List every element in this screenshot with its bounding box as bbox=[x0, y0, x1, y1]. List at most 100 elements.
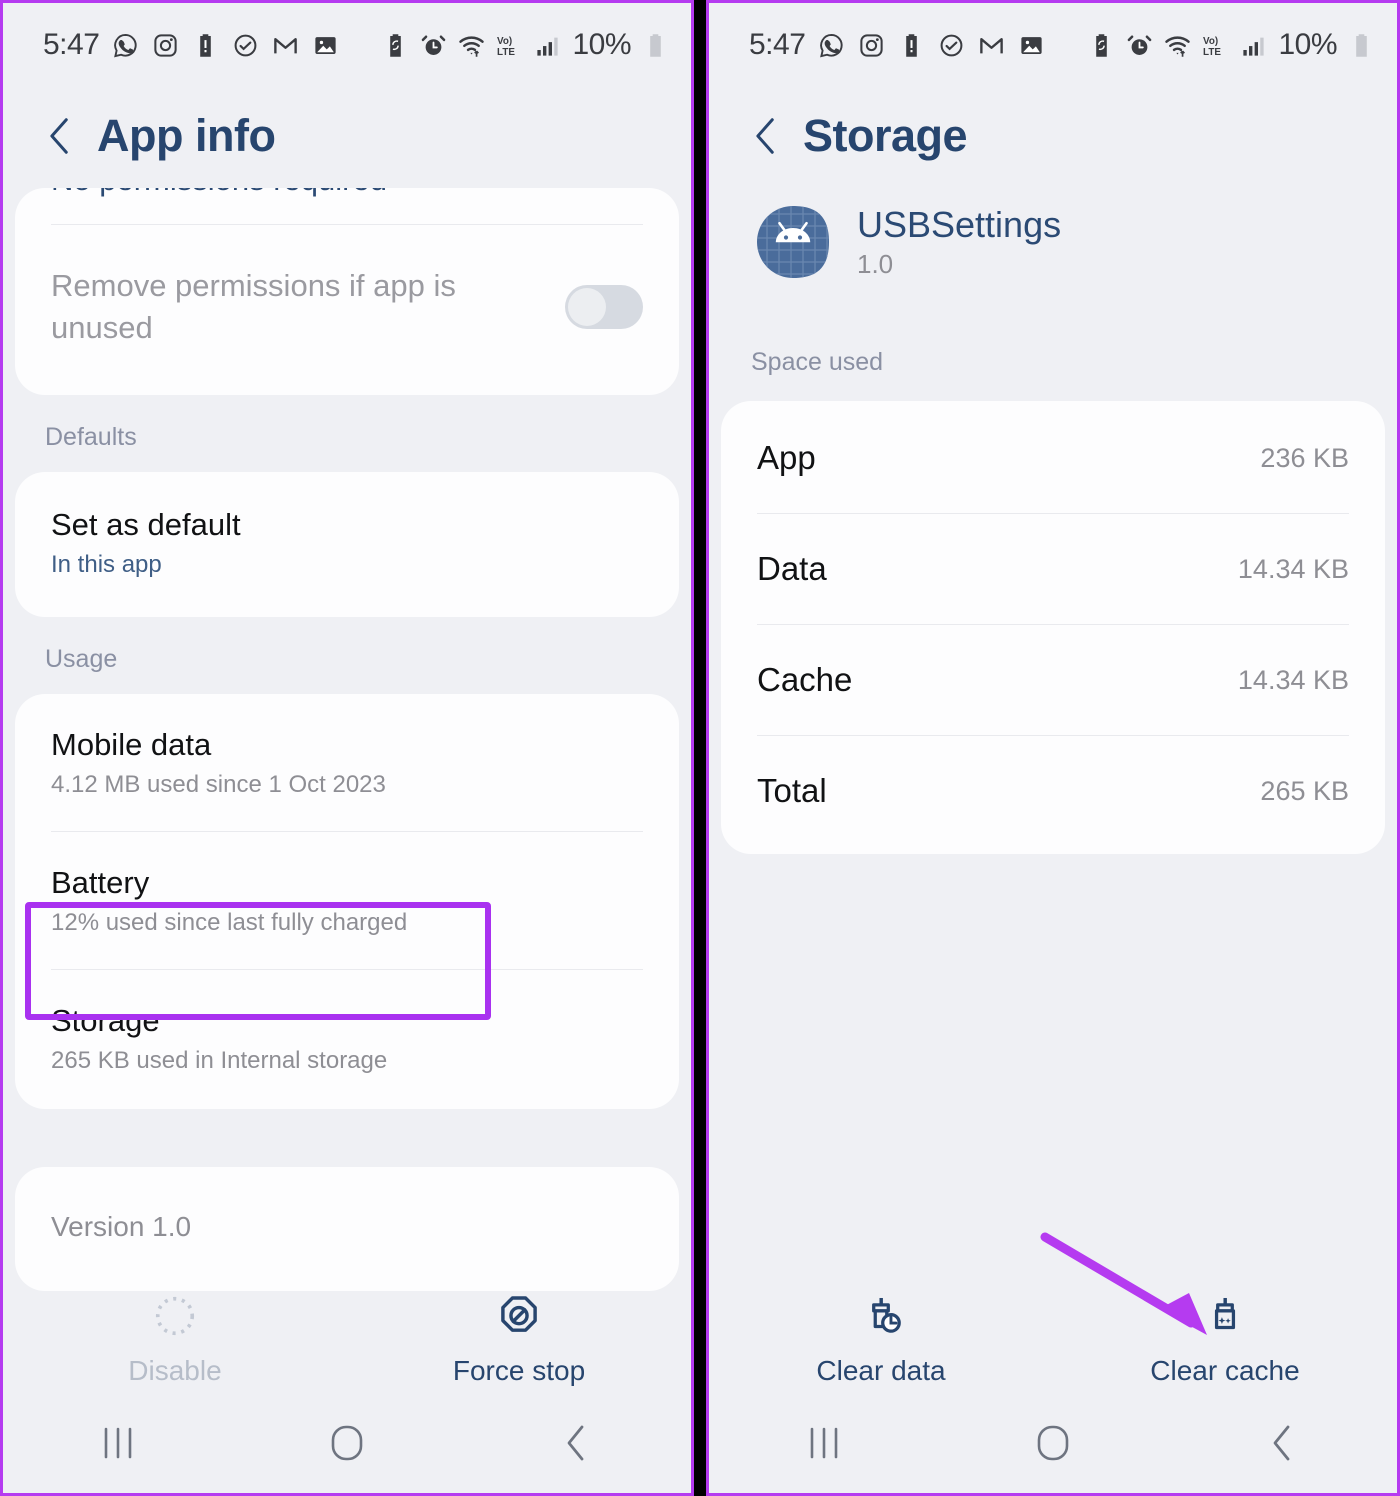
battery-alert-icon bbox=[898, 32, 925, 59]
home-icon[interactable] bbox=[938, 1421, 1167, 1465]
cache-size-row: Cache 14.34 KB bbox=[721, 625, 1385, 735]
svg-text:LTE: LTE bbox=[497, 46, 515, 57]
signal-icon bbox=[1240, 32, 1267, 59]
version-card: Version 1.0 bbox=[15, 1167, 679, 1292]
chevron-left-icon[interactable] bbox=[751, 116, 781, 156]
remove-permissions-row[interactable]: Remove permissions if app is unused bbox=[15, 225, 679, 395]
storage-row[interactable]: Storage 265 KB used in Internal storage bbox=[15, 970, 679, 1109]
app-size-value: 236 KB bbox=[1260, 442, 1349, 473]
left-title-bar: App info bbox=[3, 87, 691, 188]
usage-card: Mobile data 4.12 MB used since 1 Oct 202… bbox=[15, 693, 679, 1110]
right-phone-screen: 5:47 Vo) LTE 10% Storage USBSettings 1.0… bbox=[706, 0, 1400, 1496]
recents-icon[interactable] bbox=[709, 1423, 938, 1463]
status-time: 5:47 bbox=[43, 28, 100, 61]
right-title-bar: Storage bbox=[709, 87, 1397, 188]
clear-cache-button[interactable]: Clear cache bbox=[1053, 1293, 1397, 1387]
gmail-icon bbox=[978, 32, 1005, 59]
status-time: 5:47 bbox=[749, 28, 806, 61]
svg-text:Vo): Vo) bbox=[1203, 35, 1218, 46]
section-header-space-used: Space used bbox=[751, 348, 884, 377]
recents-icon[interactable] bbox=[3, 1423, 232, 1463]
permissions-card: No permissions required Remove permissio… bbox=[15, 188, 679, 395]
gmail-icon bbox=[272, 32, 299, 59]
volte-icon: Vo) LTE bbox=[1202, 32, 1229, 59]
data-size-value: 14.34 KB bbox=[1237, 553, 1349, 584]
page-title: Storage bbox=[803, 110, 968, 161]
remove-permissions-label: Remove permissions if app is unused bbox=[51, 268, 456, 345]
app-header: USBSettings 1.0 bbox=[709, 188, 1397, 302]
battery-alert-icon bbox=[192, 32, 219, 59]
instagram-icon bbox=[152, 32, 179, 59]
panel-gap bbox=[694, 0, 706, 1496]
signal-icon bbox=[534, 32, 561, 59]
clear-cache-broom-icon bbox=[1202, 1293, 1248, 1339]
status-bar-right: 5:47 Vo) LTE 10% bbox=[709, 3, 1397, 87]
chevron-left-icon[interactable] bbox=[45, 116, 75, 156]
wifi-icon bbox=[458, 32, 485, 59]
back-icon[interactable] bbox=[1168, 1421, 1397, 1465]
force-stop-label: Force stop bbox=[452, 1355, 586, 1386]
data-size-row: Data 14.34 KB bbox=[721, 514, 1385, 624]
clear-data-button[interactable]: Clear data bbox=[709, 1293, 1053, 1387]
mobile-data-row[interactable]: Mobile data 4.12 MB used since 1 Oct 202… bbox=[15, 694, 679, 831]
whatsapp-icon bbox=[112, 32, 139, 59]
clear-data-broom-icon bbox=[858, 1293, 904, 1339]
alarm-icon bbox=[420, 32, 447, 59]
force-stop-octagon-icon bbox=[496, 1293, 542, 1339]
total-size-value: 265 KB bbox=[1260, 775, 1349, 806]
version-label: Version 1.0 bbox=[51, 1211, 192, 1243]
set-as-default-row[interactable]: Set as default In this app bbox=[15, 472, 679, 617]
total-size-label: Total bbox=[757, 772, 827, 810]
left-scroll-body[interactable]: No permissions required Remove permissio… bbox=[3, 188, 691, 1292]
left-phone-screen: 5:47 Vo) LTE 10% App info Remove permiss… bbox=[0, 0, 694, 1496]
clear-cache-label: Clear cache bbox=[1150, 1355, 1300, 1386]
clear-data-label: Clear data bbox=[816, 1355, 946, 1386]
storage-title: Storage bbox=[51, 1003, 160, 1039]
disable-button[interactable]: Disable bbox=[3, 1293, 347, 1387]
instagram-icon bbox=[858, 32, 885, 59]
alarm-icon bbox=[1126, 32, 1153, 59]
app-name: USBSettings bbox=[857, 204, 1062, 245]
back-icon[interactable] bbox=[462, 1421, 691, 1465]
remove-permissions-toggle[interactable] bbox=[565, 284, 643, 329]
battery-saver-icon bbox=[1088, 32, 1115, 59]
no-permissions-label: No permissions required bbox=[51, 188, 387, 198]
cloud-check-icon bbox=[232, 32, 259, 59]
home-icon[interactable] bbox=[232, 1421, 461, 1465]
app-size-label: App bbox=[757, 439, 816, 477]
disable-label: Disable bbox=[128, 1355, 222, 1386]
mobile-data-title: Mobile data bbox=[51, 726, 212, 762]
space-used-card: App 236 KB Data 14.34 KB Cache 14.34 KB … bbox=[721, 401, 1385, 855]
battery-icon bbox=[1348, 32, 1375, 59]
status-bar-left: 5:47 Vo) LTE 10% bbox=[3, 3, 691, 87]
comparison-screenshot: 5:47 Vo) LTE 10% App info Remove permiss… bbox=[0, 0, 1400, 1496]
right-nav-bar bbox=[709, 1393, 1397, 1493]
battery-title: Battery bbox=[51, 865, 150, 901]
svg-text:LTE: LTE bbox=[1203, 46, 1221, 57]
battery-saver-icon bbox=[382, 32, 409, 59]
app-size-row: App 236 KB bbox=[721, 401, 1385, 513]
section-header-defaults: Defaults bbox=[45, 422, 137, 451]
battery-icon bbox=[642, 32, 669, 59]
left-nav-bar bbox=[3, 1393, 691, 1493]
battery-subtitle: 12% used since last fully charged bbox=[51, 909, 408, 937]
right-scroll-body[interactable]: Space used App 236 KB Data 14.34 KB Cach… bbox=[709, 302, 1397, 855]
battery-percent: 10% bbox=[572, 28, 631, 61]
cache-size-value: 14.34 KB bbox=[1237, 664, 1349, 695]
data-size-label: Data bbox=[757, 550, 827, 588]
cache-size-label: Cache bbox=[757, 661, 853, 699]
right-action-bar: Clear data Clear cache bbox=[709, 1293, 1397, 1387]
storage-subtitle: 265 KB used in Internal storage bbox=[51, 1047, 388, 1075]
force-stop-button[interactable]: Force stop bbox=[347, 1293, 691, 1387]
cloud-check-icon bbox=[938, 32, 965, 59]
section-header-usage: Usage bbox=[45, 644, 118, 673]
version-row: Version 1.0 bbox=[15, 1167, 679, 1291]
app-version: 1.0 bbox=[857, 249, 894, 280]
set-as-default-title: Set as default bbox=[51, 506, 241, 542]
svg-text:Vo): Vo) bbox=[497, 35, 512, 46]
page-title: App info bbox=[97, 110, 276, 161]
mobile-data-subtitle: 4.12 MB used since 1 Oct 2023 bbox=[51, 771, 386, 799]
whatsapp-icon bbox=[818, 32, 845, 59]
battery-row[interactable]: Battery 12% used since last fully charge… bbox=[15, 832, 679, 969]
android-app-icon bbox=[755, 204, 831, 280]
